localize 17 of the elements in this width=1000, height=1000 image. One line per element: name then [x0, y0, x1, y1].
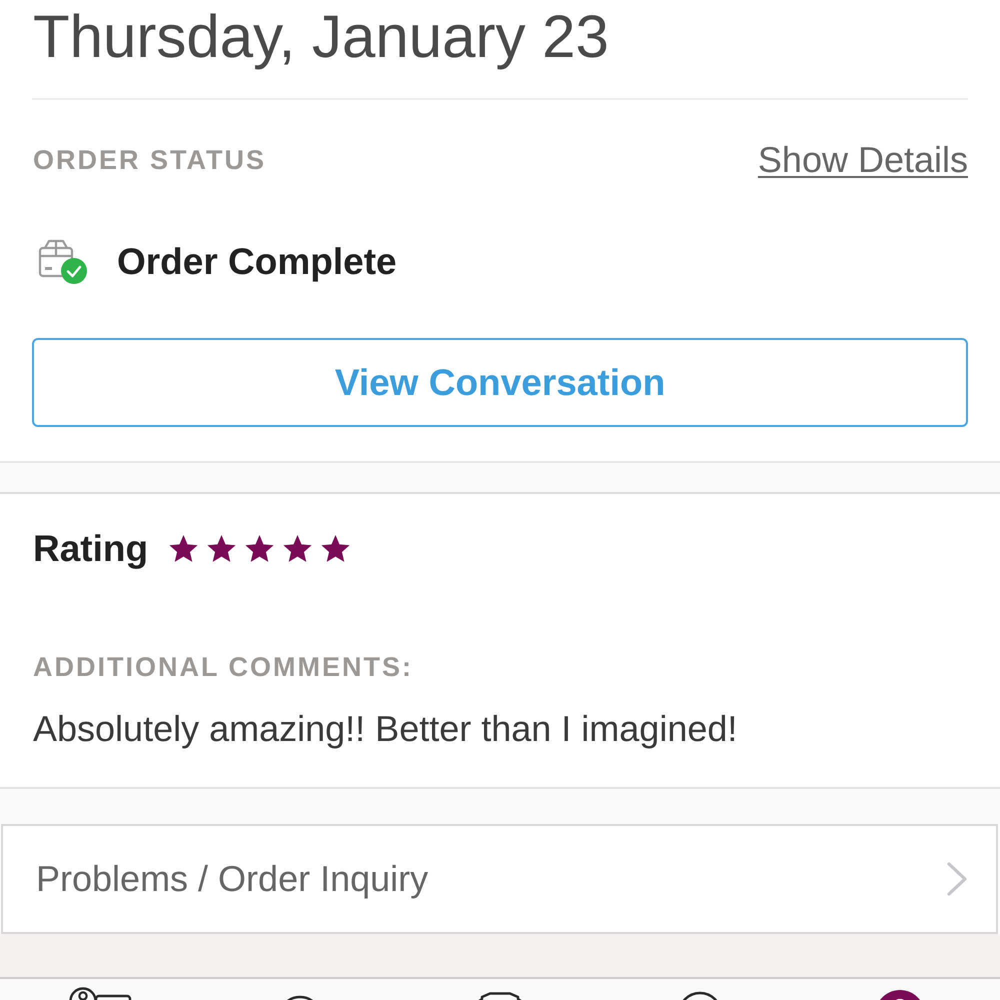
- section-label: ADDITIONAL COMMENTS:: [33, 651, 413, 684]
- chevron-right-icon: [946, 862, 968, 896]
- box-check-icon: [37, 238, 89, 286]
- order-inquiry-item[interactable]: Problems / Order Inquiry: [1, 824, 998, 934]
- date-heading: Thursday, January 23: [33, 2, 609, 72]
- view-conversation-button[interactable]: View Conversation: [32, 338, 968, 427]
- section-label: ORDER STATUS: [33, 144, 266, 177]
- comment-text: Absolutely amazing!! Better than I imagined!: [33, 709, 738, 749]
- star-icon: [168, 534, 200, 564]
- star-icon: [206, 534, 238, 564]
- status-text: Order Complete: [117, 240, 397, 284]
- show-details-link[interactable]: Show Details: [758, 139, 968, 181]
- person-card-icon[interactable]: [68, 986, 132, 1000]
- star-icon: [320, 534, 352, 564]
- star-icon: [282, 534, 314, 564]
- star-icon: [244, 534, 276, 564]
- rating-label: Rating: [33, 527, 148, 571]
